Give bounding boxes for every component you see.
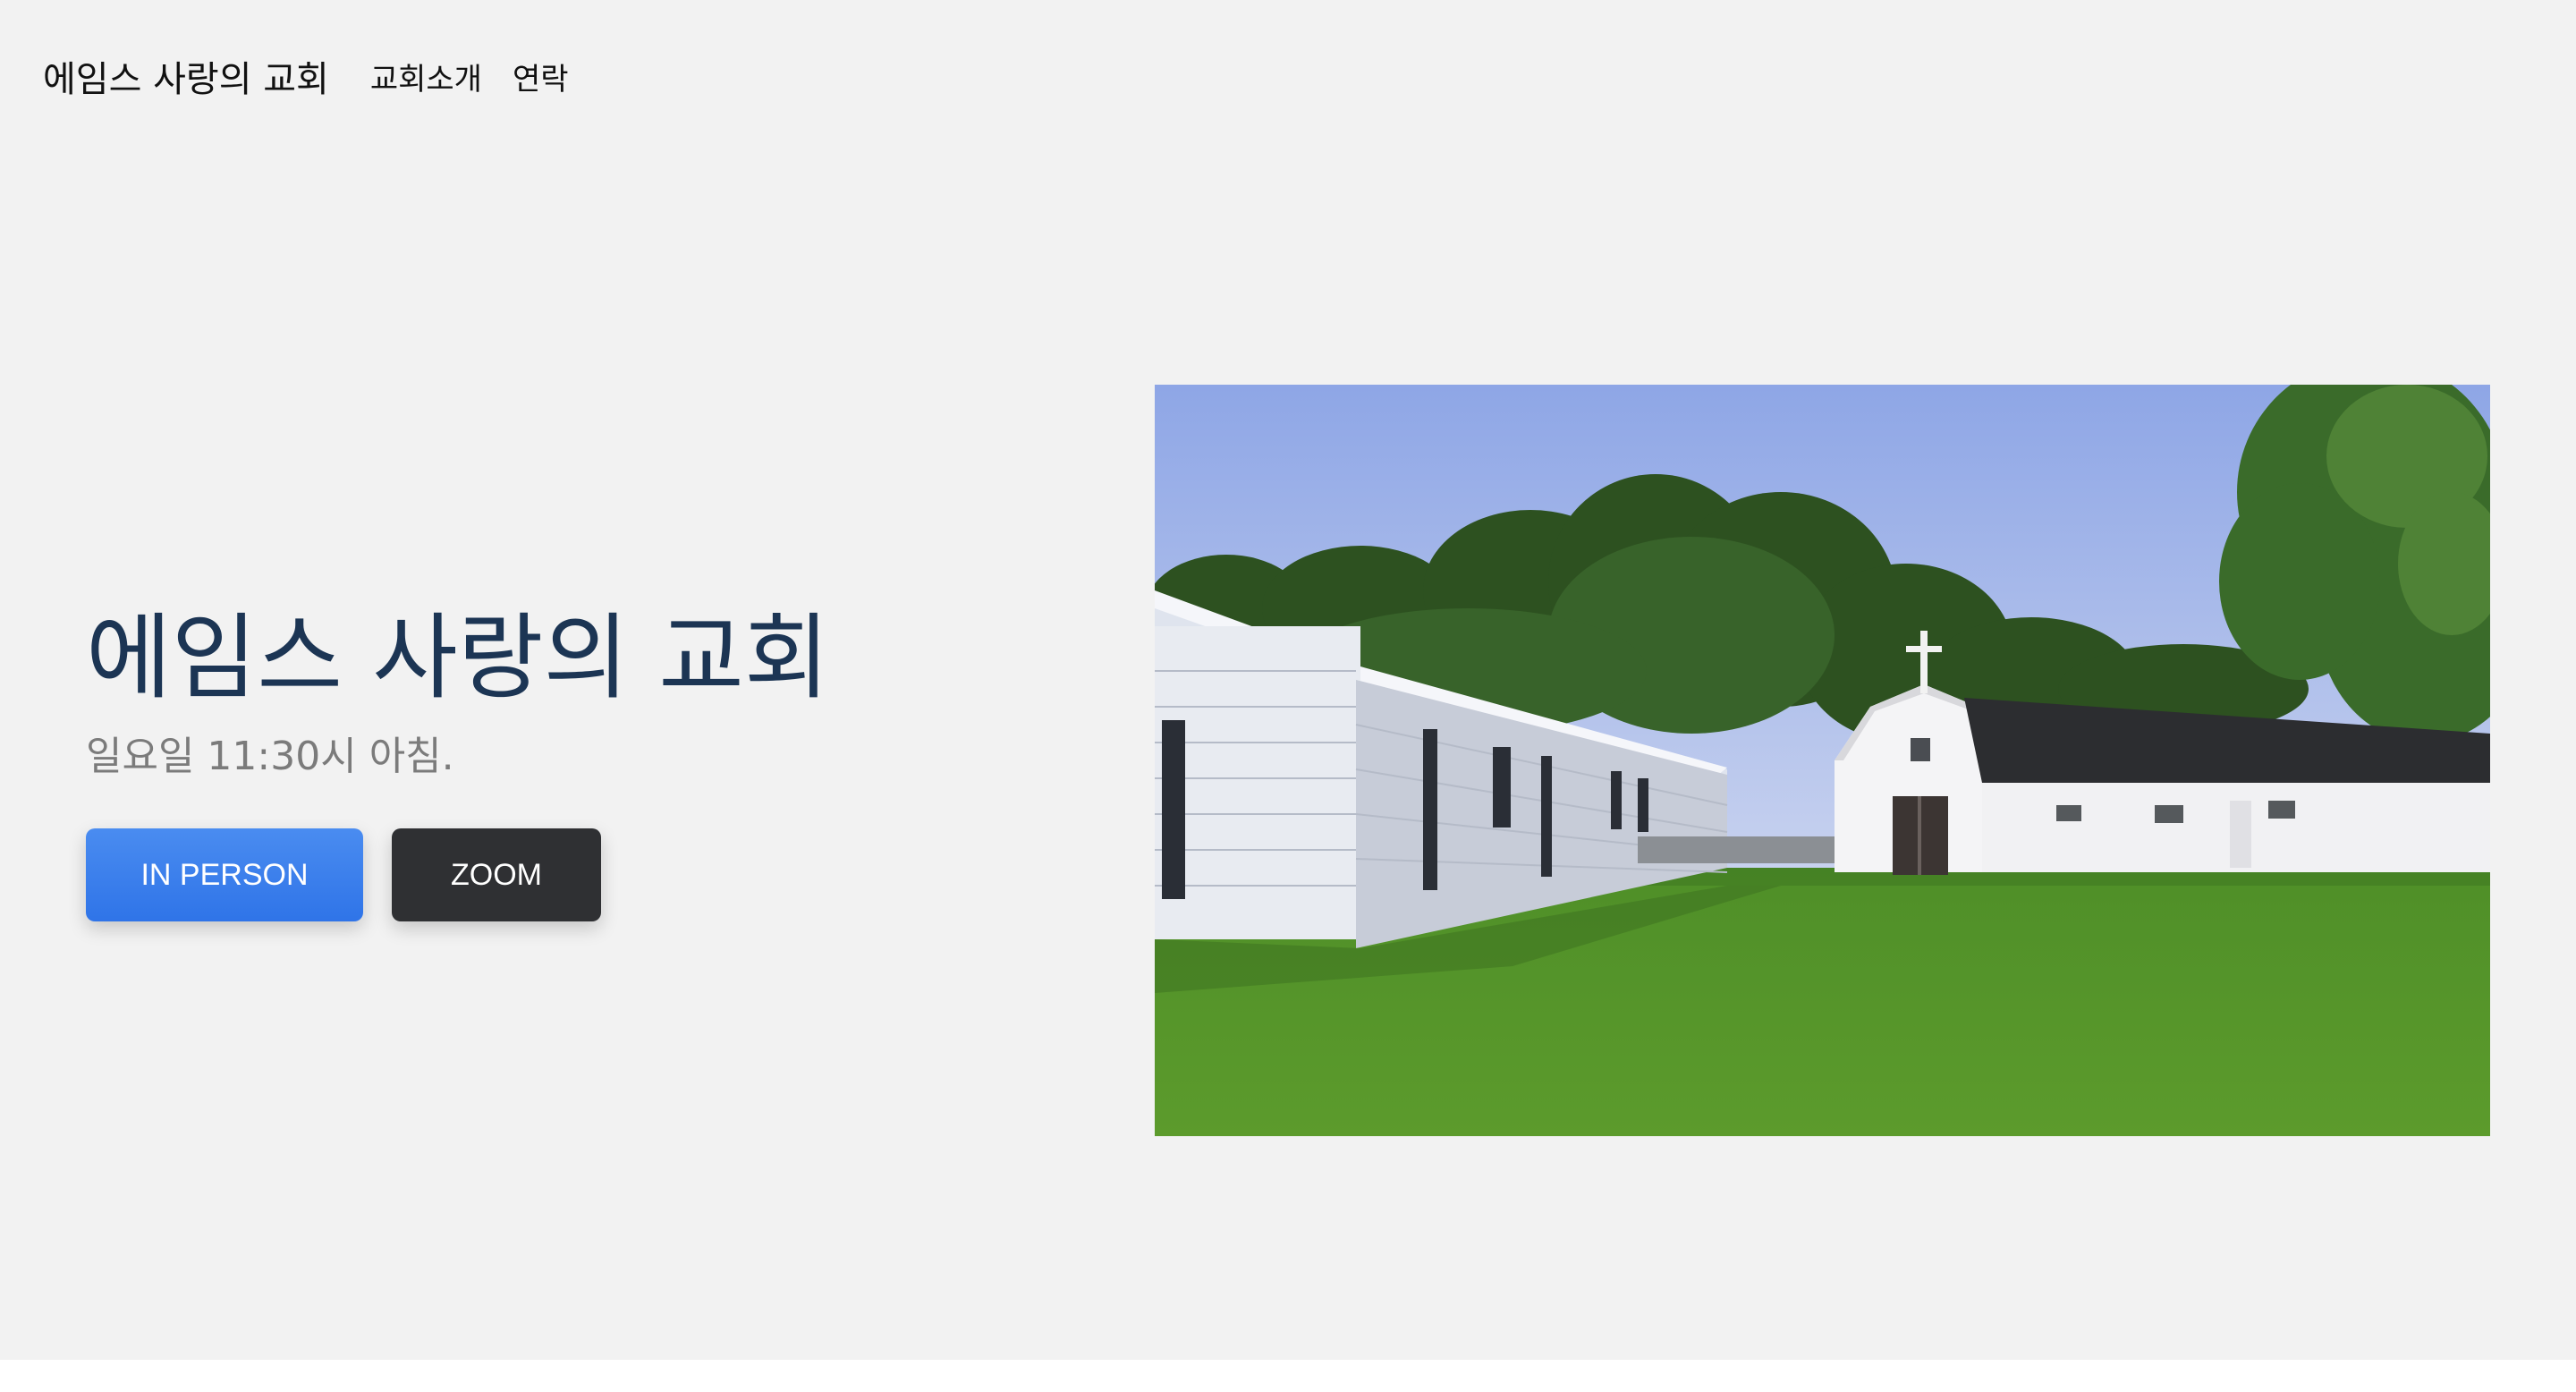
brand-link[interactable]: 에임스 사랑의 교회	[43, 50, 329, 102]
hero-title: 에임스 사랑의 교회	[86, 603, 830, 712]
church-photo	[1155, 385, 2490, 1136]
nav-link-about[interactable]: 교회소개	[370, 55, 482, 98]
hero-buttons: IN PERSON ZOOM	[86, 828, 1070, 921]
nav-link-contact[interactable]: 연락	[513, 55, 569, 98]
hero-section: 에임스 사랑의 교회 일요일 11:30시 아침. IN PERSON ZOOM	[86, 590, 1070, 921]
page-background: 에임스 사랑의 교회 교회소개 연락 에임스 사랑의 교회 일요일 11:30시…	[0, 0, 2576, 1360]
zoom-button[interactable]: ZOOM	[392, 828, 601, 921]
service-time: 일요일 11:30시 아침.	[86, 734, 454, 779]
top-navigation: 에임스 사랑의 교회 교회소개 연락	[43, 47, 599, 106]
in-person-button[interactable]: IN PERSON	[86, 828, 363, 921]
